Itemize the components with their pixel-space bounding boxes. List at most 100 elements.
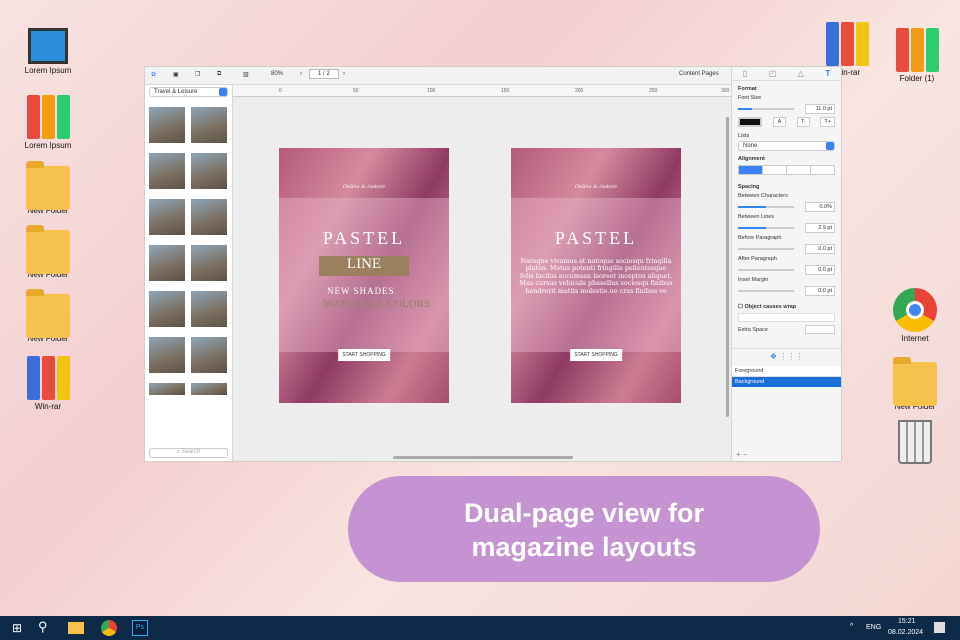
- thumbnail[interactable]: [149, 337, 185, 373]
- thumbnail[interactable]: [149, 245, 185, 281]
- windows-start-icon[interactable]: ⊞: [12, 621, 22, 635]
- align-left-button[interactable]: [739, 166, 762, 174]
- category-select[interactable]: Travel & Leisure: [149, 87, 228, 97]
- before-paragraph-slider[interactable]: [738, 248, 794, 250]
- page-field[interactable]: 1 / 2: [309, 69, 339, 79]
- label: Font Size: [738, 95, 762, 101]
- prev-page-icon[interactable]: ‹: [300, 71, 302, 77]
- lists-select[interactable]: None: [738, 141, 835, 151]
- larger-button[interactable]: T+: [820, 117, 835, 127]
- binders-icon: [26, 95, 70, 139]
- clock-date[interactable]: 08.02.2024: [888, 629, 923, 636]
- line-spacing-field[interactable]: 2.9 pt: [805, 223, 835, 233]
- label: Extra Space: [738, 326, 768, 333]
- ruler: 0 50 100 150 200 250 300: [233, 85, 731, 97]
- taskbar: ⊞ ⚲ Ps ^ ENG 15:21 08.02.2024: [0, 616, 960, 640]
- smaller-button[interactable]: T-: [796, 117, 810, 127]
- justify-button[interactable]: [810, 166, 834, 174]
- chevron-icon: [826, 142, 834, 150]
- photoshop-icon[interactable]: Ps: [132, 620, 148, 636]
- inset-slider[interactable]: [738, 290, 794, 292]
- start-shopping-button[interactable]: START SHOPPING: [338, 349, 390, 361]
- color-well[interactable]: [738, 117, 762, 127]
- page-right[interactable]: Online & instore PASTEL Natoque vivamus …: [511, 148, 681, 403]
- label: Lists: [738, 133, 750, 139]
- notifications-icon[interactable]: [934, 622, 945, 633]
- font-style-button[interactable]: A: [772, 117, 787, 127]
- wrap-checkbox[interactable]: ☐ Object causes wrap: [738, 304, 835, 310]
- thumbnail[interactable]: [149, 291, 185, 327]
- next-page-icon[interactable]: ›: [343, 71, 345, 77]
- extra-space-field[interactable]: [805, 325, 835, 334]
- desktop-icon-computer[interactable]: Lorem Ipsum: [13, 28, 83, 75]
- object-icon[interactable]: ⧉: [217, 71, 221, 78]
- layer-background[interactable]: Background: [732, 377, 841, 387]
- thumbnail[interactable]: [191, 153, 227, 189]
- thumbnail[interactable]: [149, 383, 185, 395]
- char-spacing-field[interactable]: 0.0%: [805, 202, 835, 212]
- text-icon[interactable]: T: [825, 69, 830, 78]
- desktop-icon-folder[interactable]: New Folder: [13, 288, 83, 343]
- trash-icon: [898, 420, 932, 464]
- after-paragraph-field[interactable]: 0.0 pt: [805, 265, 835, 275]
- thumbnail[interactable]: [191, 245, 227, 281]
- language-indicator[interactable]: ENG: [866, 624, 881, 631]
- inset-field[interactable]: 0.0 pt: [805, 286, 835, 296]
- align-right-button[interactable]: [786, 166, 810, 174]
- left-panel: Travel & Leisure ⌕ Search: [145, 85, 233, 461]
- banner-line: Dual-page view for: [463, 498, 705, 528]
- after-paragraph-slider[interactable]: [738, 269, 794, 271]
- before-paragraph-field[interactable]: 0.0 pt: [805, 244, 835, 254]
- char-spacing-slider[interactable]: [738, 206, 794, 208]
- layout-icon[interactable]: ◰: [769, 69, 777, 78]
- start-shopping-button[interactable]: START SHOPPING: [570, 349, 622, 361]
- search-input[interactable]: ⌕ Search: [149, 448, 228, 458]
- thumbnail[interactable]: [149, 107, 185, 143]
- page-left[interactable]: Online & instore PASTEL LINE NEW SHADES …: [279, 148, 449, 403]
- layer-foreground[interactable]: Foreground: [732, 366, 841, 377]
- wrap-options[interactable]: [738, 313, 835, 322]
- desktop-icon-folder[interactable]: New Folder: [13, 160, 83, 215]
- thumbnail[interactable]: [149, 199, 185, 235]
- layers-icon[interactable]: ❐: [195, 71, 200, 78]
- desktop-icon-folder[interactable]: New Folder: [880, 356, 950, 411]
- desktop-icon-internet[interactable]: Internet: [880, 288, 950, 343]
- view-select[interactable]: Content Pages: [679, 71, 719, 77]
- thumbnail[interactable]: [191, 199, 227, 235]
- title: PASTEL: [554, 228, 638, 248]
- thumbnail[interactable]: [149, 153, 185, 189]
- image-icon[interactable]: ▣: [173, 71, 179, 78]
- font-size-slider[interactable]: [738, 108, 794, 110]
- search-icon[interactable]: ⚲: [38, 619, 48, 635]
- line-spacing-slider[interactable]: [738, 227, 794, 229]
- font-size-field[interactable]: 11.0 pt: [805, 104, 835, 114]
- desktop-icon-folder1[interactable]: Folder (1): [882, 28, 952, 83]
- file-explorer-icon[interactable]: [68, 622, 84, 634]
- thumbnail[interactable]: [191, 337, 227, 373]
- desktop-icon-binders[interactable]: Lorem Ipsum: [13, 95, 83, 150]
- desktop-icon-folder[interactable]: New Folder: [13, 224, 83, 279]
- chrome-taskbar-icon[interactable]: [101, 620, 117, 636]
- tray-chevron-icon[interactable]: ^: [850, 623, 853, 630]
- clock-time[interactable]: 15:21: [898, 618, 916, 625]
- vertical-scrollbar[interactable]: [726, 117, 729, 417]
- shapes-icon[interactable]: ✿: [151, 71, 156, 78]
- desktop-icon-winrar[interactable]: Win-rar: [13, 356, 83, 411]
- recycle-bin[interactable]: [880, 420, 950, 466]
- subtitle-colors: WATCH ALL COLORS: [323, 298, 431, 310]
- pages-icon[interactable]: ▥: [243, 71, 249, 78]
- thumbnail[interactable]: [191, 291, 227, 327]
- inspector-panel: ▯ ◰ △ T Format Font Size 11.0 pt A T- T+ List…: [731, 67, 841, 461]
- align-center-button[interactable]: [762, 166, 786, 174]
- layers-tab-icon[interactable]: ❖ ⋮⋮⋮: [732, 348, 841, 364]
- style-icon[interactable]: △: [798, 69, 804, 78]
- add-remove-layer[interactable]: + −: [736, 450, 748, 459]
- feature-banner: Dual-page view for magazine layouts: [348, 476, 820, 582]
- thumbnail[interactable]: [191, 383, 227, 395]
- binders-icon: [895, 28, 939, 72]
- thumbnail[interactable]: [191, 107, 227, 143]
- document-icon[interactable]: ▯: [743, 69, 747, 78]
- zoom-select[interactable]: 80%: [271, 71, 283, 77]
- horizontal-scrollbar[interactable]: [393, 456, 573, 459]
- canvas[interactable]: Online & instore PASTEL LINE NEW SHADES …: [233, 97, 731, 461]
